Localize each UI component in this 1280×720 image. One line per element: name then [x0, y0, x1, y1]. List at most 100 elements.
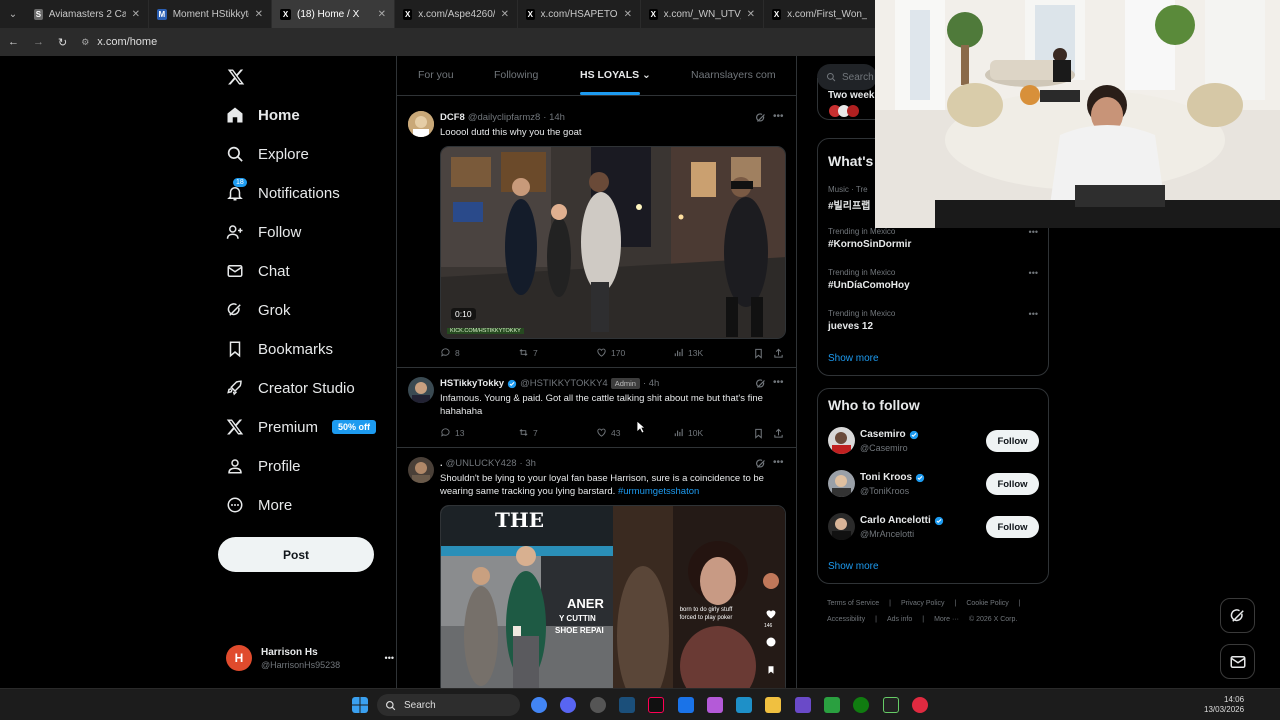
tab-close-icon[interactable]: ✕	[747, 9, 755, 20]
nav-item-explore[interactable]: Explore	[226, 145, 309, 163]
follow-suggestion[interactable]: Casemiro @Casemiro Follow	[828, 427, 1040, 457]
repost-button[interactable]: 7	[518, 347, 538, 358]
views-button[interactable]: 13K	[673, 347, 703, 358]
tweet-time[interactable]: · 3h	[520, 458, 536, 469]
nav-item-home[interactable]: Home	[226, 106, 300, 124]
outlook-icon[interactable]	[678, 697, 694, 713]
bookmark-icon[interactable]	[753, 428, 764, 439]
app-icon[interactable]	[883, 697, 899, 713]
avatar[interactable]	[408, 377, 434, 403]
author-name[interactable]: .	[440, 458, 443, 469]
chrome-icon[interactable]	[531, 697, 547, 713]
account-switcher[interactable]: H Harrison Hs @HarrisonHs95238 •••	[226, 642, 394, 674]
tweet[interactable]: HSTikkyTokky @HSTIKKYTOKKY4 Admin · 4h •…	[397, 368, 796, 448]
footer-link[interactable]: Ads info	[887, 616, 912, 623]
more-icon[interactable]: •••	[773, 377, 784, 388]
follow-suggestion[interactable]: Toni Kroos @ToniKroos Follow	[828, 470, 1040, 500]
browser-tab[interactable]: X x.com/HSAPETOKKY/ ✕	[518, 0, 641, 28]
author-handle[interactable]: @UNLUCKY428	[446, 458, 517, 469]
tab-close-icon[interactable]: ✕	[501, 9, 509, 20]
author-name[interactable]: HSTikkyTokky	[440, 378, 504, 389]
browser-tab[interactable]: X x.com/_WN_UTV_/sta ✕	[641, 0, 764, 28]
tab-naarnslayers[interactable]: Naarnslayers com	[691, 69, 776, 81]
tab-close-icon[interactable]: ✕	[255, 9, 263, 20]
post-button[interactable]: Post	[218, 537, 374, 572]
taskbar-search[interactable]: Search	[377, 694, 520, 716]
messages-floating-button[interactable]	[1220, 644, 1255, 679]
footer-link[interactable]: More ···	[934, 616, 959, 623]
avatar[interactable]	[408, 111, 434, 137]
nav-item-notifications[interactable]: 18 Notifications	[226, 178, 340, 202]
browser-tab[interactable]: M Moment HStikkytok ✕	[149, 0, 272, 28]
author-name[interactable]: DCF8	[440, 112, 465, 123]
browser-tab[interactable]: S Aviamasters 2 Casino ✕	[26, 0, 149, 28]
steam-icon[interactable]	[619, 697, 635, 713]
nav-item-more[interactable]: More	[226, 496, 292, 514]
discord-icon[interactable]	[560, 697, 576, 713]
folder-icon[interactable]	[765, 697, 781, 713]
more-icon[interactable]: •••	[773, 457, 784, 468]
tab-hs-loyals[interactable]: HS LOYALS ⌄	[580, 69, 651, 81]
grok-icon[interactable]	[755, 458, 767, 470]
reply-button[interactable]: 13	[440, 427, 464, 438]
trend-item[interactable]: Trending in Mexico jueves 12 •••	[828, 309, 1040, 332]
browser-tab-active[interactable]: X (18) Home / X ✕	[272, 0, 395, 28]
grok-floating-button[interactable]	[1220, 598, 1255, 633]
app-icon[interactable]	[590, 697, 606, 713]
tab-search-button[interactable]: ⌄	[0, 0, 26, 28]
nav-item-grok[interactable]: Grok	[226, 301, 291, 319]
xbox-icon[interactable]	[853, 697, 869, 713]
nav-item-bookmarks[interactable]: Bookmarks	[226, 340, 333, 358]
author-handle[interactable]: @HSTIKKYTOKKY4	[520, 378, 608, 389]
footer-link[interactable]: Accessibility	[827, 616, 865, 623]
tab-close-icon[interactable]: ✕	[132, 9, 140, 20]
tweet-media-grid[interactable]: THE ANER Y CUTTIN SHOE REPAI born to do …	[440, 505, 786, 688]
windows-start-icon[interactable]	[352, 697, 368, 713]
tweet-time[interactable]: · 14h	[543, 112, 565, 123]
more-icon[interactable]: •••	[773, 111, 784, 122]
tiktok-icon[interactable]	[648, 697, 664, 713]
follow-button[interactable]: Follow	[986, 473, 1039, 495]
app-icon[interactable]	[736, 697, 752, 713]
nav-item-creator-studio[interactable]: Creator Studio	[226, 379, 355, 397]
tab-close-icon[interactable]: ✕	[624, 9, 632, 20]
follow-button[interactable]: Follow	[986, 516, 1039, 538]
app-icon[interactable]	[707, 697, 723, 713]
obs-icon[interactable]	[912, 697, 928, 713]
browser-tab[interactable]: X x.com/First_Won_/sta	[764, 0, 876, 28]
back-arrow-icon[interactable]: ←	[8, 36, 19, 48]
more-icon[interactable]: •••	[1029, 227, 1038, 237]
show-more-follow-link[interactable]: Show more	[828, 561, 879, 572]
nav-item-premium[interactable]: Premium 50% off	[226, 418, 377, 436]
follow-suggestion[interactable]: Carlo Ancelotti @MrAncelotti Follow	[828, 513, 1040, 543]
more-icon[interactable]: •••	[1029, 309, 1038, 319]
tweet[interactable]: DCF8 @dailyclipfarmz8 · 14h ••• Looool d…	[397, 102, 796, 368]
tab-following[interactable]: Following	[494, 69, 538, 81]
grok-icon[interactable]	[755, 112, 767, 124]
show-more-trends-link[interactable]: Show more	[828, 353, 879, 364]
browser-tab[interactable]: X x.com/Aspe4260/sta ✕	[395, 0, 518, 28]
views-button[interactable]: 10K	[673, 427, 703, 438]
footer-link[interactable]: Privacy Policy	[901, 600, 945, 607]
author-handle[interactable]: @dailyclipfarmz8	[468, 112, 540, 123]
like-button[interactable]: 43	[596, 427, 620, 438]
nav-item-profile[interactable]: Profile	[226, 457, 301, 475]
system-clock[interactable]: 14:06 13/03/2026	[1204, 695, 1244, 715]
more-icon[interactable]: •••	[1029, 268, 1038, 278]
trend-item[interactable]: Trending in Mexico #KornoSinDormir •••	[828, 227, 1040, 250]
reply-button[interactable]: 8	[440, 347, 460, 358]
share-icon[interactable]	[773, 348, 784, 359]
forward-arrow-icon[interactable]: →	[33, 36, 44, 48]
hashtag-link[interactable]: #urmumgetsshaton	[618, 486, 699, 497]
x-logo-icon[interactable]	[227, 68, 245, 86]
tweet-time[interactable]: · 4h	[643, 378, 659, 389]
more-icon[interactable]: •••	[385, 653, 394, 663]
tab-for-you[interactable]: For you	[418, 69, 454, 81]
live-event-title[interactable]: Two week	[828, 90, 875, 101]
share-icon[interactable]	[773, 428, 784, 439]
follow-button[interactable]: Follow	[986, 430, 1039, 452]
grok-icon[interactable]	[755, 378, 767, 390]
app-icon[interactable]	[795, 697, 811, 713]
trend-item[interactable]: Trending in Mexico #UnDíaComoHoy •••	[828, 268, 1040, 291]
footer-link[interactable]: Terms of Service	[827, 600, 879, 607]
